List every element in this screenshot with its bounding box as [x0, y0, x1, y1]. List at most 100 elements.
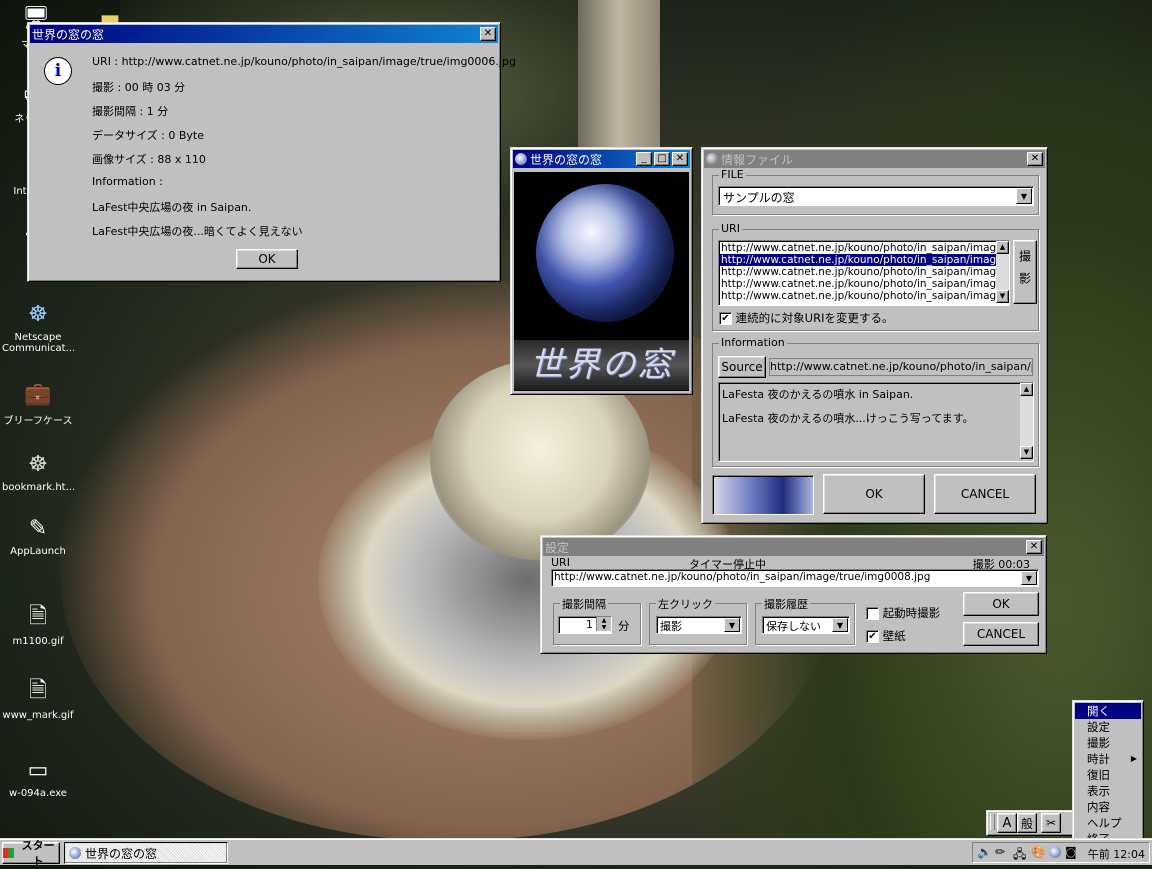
info-data-size: データサイズ : 0 Byte: [92, 129, 205, 142]
scroll-up-icon[interactable]: ▲: [1020, 383, 1033, 396]
menu-item-clock-label: 時計: [1087, 752, 1110, 766]
tray-clock[interactable]: 午前 12:04: [1088, 846, 1145, 862]
ime-mode-button[interactable]: A: [997, 813, 1017, 833]
auto-change-checkbox[interactable]: ✔ 連続的に対象URIを変更する。: [719, 310, 893, 326]
menu-item-contents[interactable]: 内容: [1075, 799, 1141, 815]
ships-wheel-icon: ☸: [28, 451, 48, 477]
system-tray: 🔈 ✏ 🖧 🎨 ◙ 午前 12:04: [972, 842, 1150, 863]
menu-item-help[interactable]: ヘルプ: [1075, 815, 1141, 831]
ime-grip-icon: [990, 814, 995, 830]
info-dialog: 世界の窓の窓 ✕ i URI : http://www.catnet.ne.jp…: [27, 22, 516, 282]
file-ok-button[interactable]: OK: [823, 474, 925, 514]
chevron-down-icon[interactable]: ▼: [1021, 571, 1037, 585]
history-label: 撮影履歴: [762, 596, 810, 612]
info-text-1: LaFesta 夜のかえるの噴水 in Saipan.: [722, 388, 914, 401]
info-information-label: Information :: [92, 175, 163, 188]
globe-app-icon: [706, 153, 718, 165]
uri-scrollbar[interactable]: ▲ ▼: [996, 241, 1009, 303]
info-capture-time: 撮影 : 00 時 03 分: [92, 81, 186, 94]
scroll-up-icon[interactable]: ▲: [996, 241, 1009, 254]
list-item[interactable]: http://www.catnet.ne.jp/kouno/photo/in_s…: [719, 290, 1009, 302]
list-item-selected[interactable]: http://www.catnet.ne.jp/kouno/photo/in_s…: [719, 254, 1009, 266]
globe-window-titlebar[interactable]: 世界の窓の窓 _ □ ✕: [513, 150, 690, 168]
file-select[interactable]: サンプルの窓 ▼: [718, 186, 1034, 206]
wallpaper-label: 壁紙: [882, 629, 906, 643]
file-window: 情報ファイル ✕ FILE サンプルの窓 ▼ URI http://www.ca…: [701, 147, 1048, 524]
history-select[interactable]: 保存しない ▼: [762, 616, 850, 634]
submenu-arrow-icon: ▶: [1130, 754, 1137, 763]
close-icon[interactable]: ✕: [672, 152, 688, 166]
settings-uri-select[interactable]: http://www.catnet.ne.jp/kouno/photo/in_s…: [551, 569, 1039, 587]
close-icon[interactable]: ✕: [480, 27, 496, 41]
briefcase-icon: 💼: [24, 381, 52, 407]
auto-change-label: 連続的に対象URIを変更する。: [735, 311, 894, 325]
volume-icon[interactable]: 🔈: [977, 845, 992, 859]
desktop-icon-briefcase[interactable]: 💼 ブリーフケース: [2, 378, 74, 430]
wallpaper-checkbox[interactable]: ✔ 壁紙: [866, 628, 906, 644]
checkbox-checked-icon[interactable]: ✔: [719, 312, 732, 325]
list-item[interactable]: http://www.catnet.ne.jp/kouno/photo/in_s…: [719, 242, 1009, 254]
start-button[interactable]: スタート: [2, 839, 60, 868]
source-button[interactable]: Source: [718, 356, 766, 378]
interval-group: 撮影間隔 1 ▲ ▼ 分: [553, 596, 641, 645]
settings-ok-button[interactable]: OK: [963, 592, 1039, 616]
information-textarea[interactable]: LaFesta 夜のかえるの噴水 in Saipan. LaFesta 夜のかえ…: [718, 382, 1034, 462]
startup-capture-checkbox[interactable]: 起動時撮影: [866, 605, 940, 621]
maximize-icon[interactable]: □: [654, 152, 670, 166]
uri-group-label: URI: [719, 222, 742, 235]
desktop-icon-www-mark-gif[interactable]: 🗎 www_mark.gif: [2, 676, 74, 724]
close-icon[interactable]: ✕: [1027, 152, 1043, 166]
info-scrollbar[interactable]: ▲ ▼: [1020, 383, 1033, 459]
file-window-titlebar[interactable]: 情報ファイル ✕: [704, 150, 1045, 168]
globe-window-title: 世界の窓の窓: [530, 152, 603, 167]
left-click-select[interactable]: 撮影 ▼: [656, 616, 742, 634]
info-dialog-titlebar[interactable]: 世界の窓の窓 ✕: [30, 25, 498, 43]
desktop-icon-exe[interactable]: ▭ w-094a.exe: [2, 754, 74, 802]
globe-app-icon: [515, 153, 527, 165]
scroll-down-icon[interactable]: ▼: [1020, 446, 1033, 459]
desktop-icon-m1100-gif[interactable]: 🗎 m1100.gif: [2, 602, 74, 650]
menu-item-clock[interactable]: 時計 ▶: [1075, 751, 1141, 767]
tray-app-icon[interactable]: ◙: [1065, 845, 1077, 859]
left-click-value: 撮影: [660, 620, 682, 633]
taskbar-item-world-window[interactable]: 世界の窓の窓: [64, 842, 228, 864]
desktop-icon-bookmark[interactable]: ☸ bookmark.ht...: [2, 448, 74, 496]
capture-button[interactable]: 撮影: [1013, 240, 1037, 304]
spinner-arrows-icon[interactable]: ▲ ▼: [596, 617, 611, 631]
list-item[interactable]: http://www.catnet.ne.jp/kouno/photo/in_s…: [719, 266, 1009, 278]
uri-listbox[interactable]: http://www.catnet.ne.jp/kouno/photo/in_s…: [718, 240, 1010, 306]
info-text-1: LaFest中央広場の夜 in Saipan.: [92, 201, 252, 214]
history-value: 保存しない: [766, 620, 821, 633]
chevron-down-icon[interactable]: ▼: [724, 618, 740, 632]
list-item[interactable]: http://www.catnet.ne.jp/kouno/photo/in_s…: [719, 278, 1009, 290]
tray-globe-icon[interactable]: [1049, 846, 1061, 858]
checkbox-checked-icon[interactable]: ✔: [866, 630, 879, 643]
interval-value: 1: [586, 618, 593, 631]
tray-tool-icon[interactable]: ✏: [995, 845, 1005, 859]
chevron-down-icon[interactable]: ▼: [832, 618, 848, 632]
tray-network-icon[interactable]: 🖧: [1013, 845, 1026, 866]
settings-cancel-button[interactable]: CANCEL: [963, 622, 1039, 646]
desktop-icon-applaunch[interactable]: ✎ AppLaunch: [2, 512, 74, 560]
menu-item-open[interactable]: 開く: [1075, 703, 1141, 719]
file-cancel-button[interactable]: CANCEL: [934, 474, 1036, 514]
menu-item-display[interactable]: 表示: [1075, 783, 1141, 799]
desktop-icon-netscape[interactable]: ☸ Netscape Communicat...: [2, 298, 74, 357]
scroll-down-icon[interactable]: ▼: [996, 290, 1009, 303]
close-icon[interactable]: ✕: [1026, 540, 1042, 554]
information-group: Information Source http://www.catnet.ne.…: [712, 336, 1039, 467]
settings-window-titlebar[interactable]: 設定 ✕: [543, 538, 1044, 556]
menu-item-settings[interactable]: 設定: [1075, 719, 1141, 735]
tools-icon: ✂: [1045, 816, 1057, 830]
interval-stepper[interactable]: 1 ▲ ▼: [558, 616, 612, 634]
file-window-title: 情報ファイル: [721, 152, 794, 167]
menu-item-capture[interactable]: 撮影: [1075, 735, 1141, 751]
chevron-down-icon[interactable]: ▼: [1016, 188, 1032, 204]
menu-item-restore[interactable]: 復旧: [1075, 767, 1141, 783]
ime-conversion-button[interactable]: 般: [1017, 813, 1037, 833]
ime-tools-button[interactable]: ✂: [1041, 813, 1061, 833]
checkbox-unchecked-icon[interactable]: [866, 607, 879, 620]
tray-paint-icon[interactable]: 🎨: [1031, 845, 1046, 859]
minimize-icon[interactable]: _: [636, 152, 652, 166]
info-ok-button[interactable]: OK: [236, 249, 298, 269]
